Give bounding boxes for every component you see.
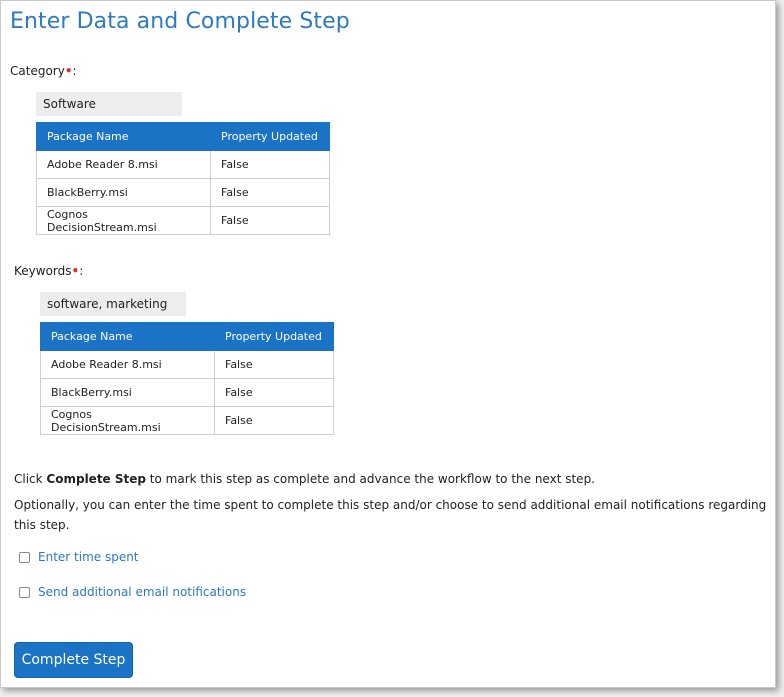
complete-step-button[interactable]: Complete Step bbox=[14, 642, 133, 678]
table-row: Adobe Reader 8.msi False bbox=[36, 150, 330, 179]
table-header-row: Package Name Property Updated bbox=[36, 122, 330, 151]
email-notifications-link[interactable]: Send additional email notifications bbox=[38, 585, 246, 599]
instruction-line-2: Optionally, you can enter the time spent… bbox=[14, 498, 767, 532]
keywords-label-text: Keywords bbox=[14, 264, 72, 278]
email-notifications-checkbox[interactable] bbox=[19, 586, 30, 598]
complete-step-panel: Enter Data and Complete Step Category•: … bbox=[0, 0, 776, 688]
time-spent-link[interactable]: Enter time spent bbox=[38, 550, 139, 564]
instruction-suffix: to mark this step as complete and advanc… bbox=[145, 472, 595, 486]
time-spent-checkbox[interactable] bbox=[19, 551, 30, 563]
keywords-value: software, marketing bbox=[40, 292, 186, 316]
package-name-cell: Cognos DecisionStream.msi bbox=[40, 406, 215, 435]
property-updated-cell: False bbox=[214, 378, 334, 407]
package-name-cell: BlackBerry.msi bbox=[36, 178, 211, 207]
instruction-prefix: Click bbox=[14, 472, 47, 486]
column-header-package-name: Package Name bbox=[40, 322, 215, 351]
page-title: Enter Data and Complete Step bbox=[10, 9, 350, 34]
category-value: Software bbox=[36, 92, 182, 116]
property-updated-cell: False bbox=[210, 206, 330, 235]
table-row: Cognos DecisionStream.msi False bbox=[40, 406, 334, 435]
keywords-label-colon: : bbox=[79, 264, 84, 278]
table-row: Cognos DecisionStream.msi False bbox=[36, 206, 330, 235]
send-email-notifications-option[interactable]: Send additional email notifications bbox=[19, 585, 246, 599]
property-updated-cell: False bbox=[210, 150, 330, 179]
category-label: Category•: bbox=[10, 64, 77, 78]
keywords-label: Keywords•: bbox=[14, 264, 83, 278]
instruction-line-1: Click Complete Step to mark this step as… bbox=[14, 469, 769, 489]
property-updated-cell: False bbox=[214, 350, 334, 379]
table-row: BlackBerry.msi False bbox=[40, 378, 334, 407]
keywords-package-table: Package Name Property Updated Adobe Read… bbox=[40, 322, 334, 435]
required-marker: • bbox=[64, 64, 73, 78]
column-header-package-name: Package Name bbox=[36, 122, 211, 151]
package-name-cell: BlackBerry.msi bbox=[40, 378, 215, 407]
category-package-table: Package Name Property Updated Adobe Read… bbox=[36, 122, 330, 235]
property-updated-cell: False bbox=[210, 178, 330, 207]
table-row: BlackBerry.msi False bbox=[36, 178, 330, 207]
column-header-property-updated: Property Updated bbox=[214, 322, 334, 351]
category-label-text: Category bbox=[10, 64, 65, 78]
instruction-bold-step: Complete Step bbox=[46, 472, 146, 486]
package-name-cell: Cognos DecisionStream.msi bbox=[36, 206, 211, 235]
package-name-cell: Adobe Reader 8.msi bbox=[40, 350, 215, 379]
enter-time-spent-option[interactable]: Enter time spent bbox=[19, 550, 139, 564]
category-label-colon: : bbox=[72, 64, 77, 78]
column-header-property-updated: Property Updated bbox=[210, 122, 330, 151]
table-header-row: Package Name Property Updated bbox=[40, 322, 334, 351]
table-row: Adobe Reader 8.msi False bbox=[40, 350, 334, 379]
package-name-cell: Adobe Reader 8.msi bbox=[36, 150, 211, 179]
property-updated-cell: False bbox=[214, 406, 334, 435]
